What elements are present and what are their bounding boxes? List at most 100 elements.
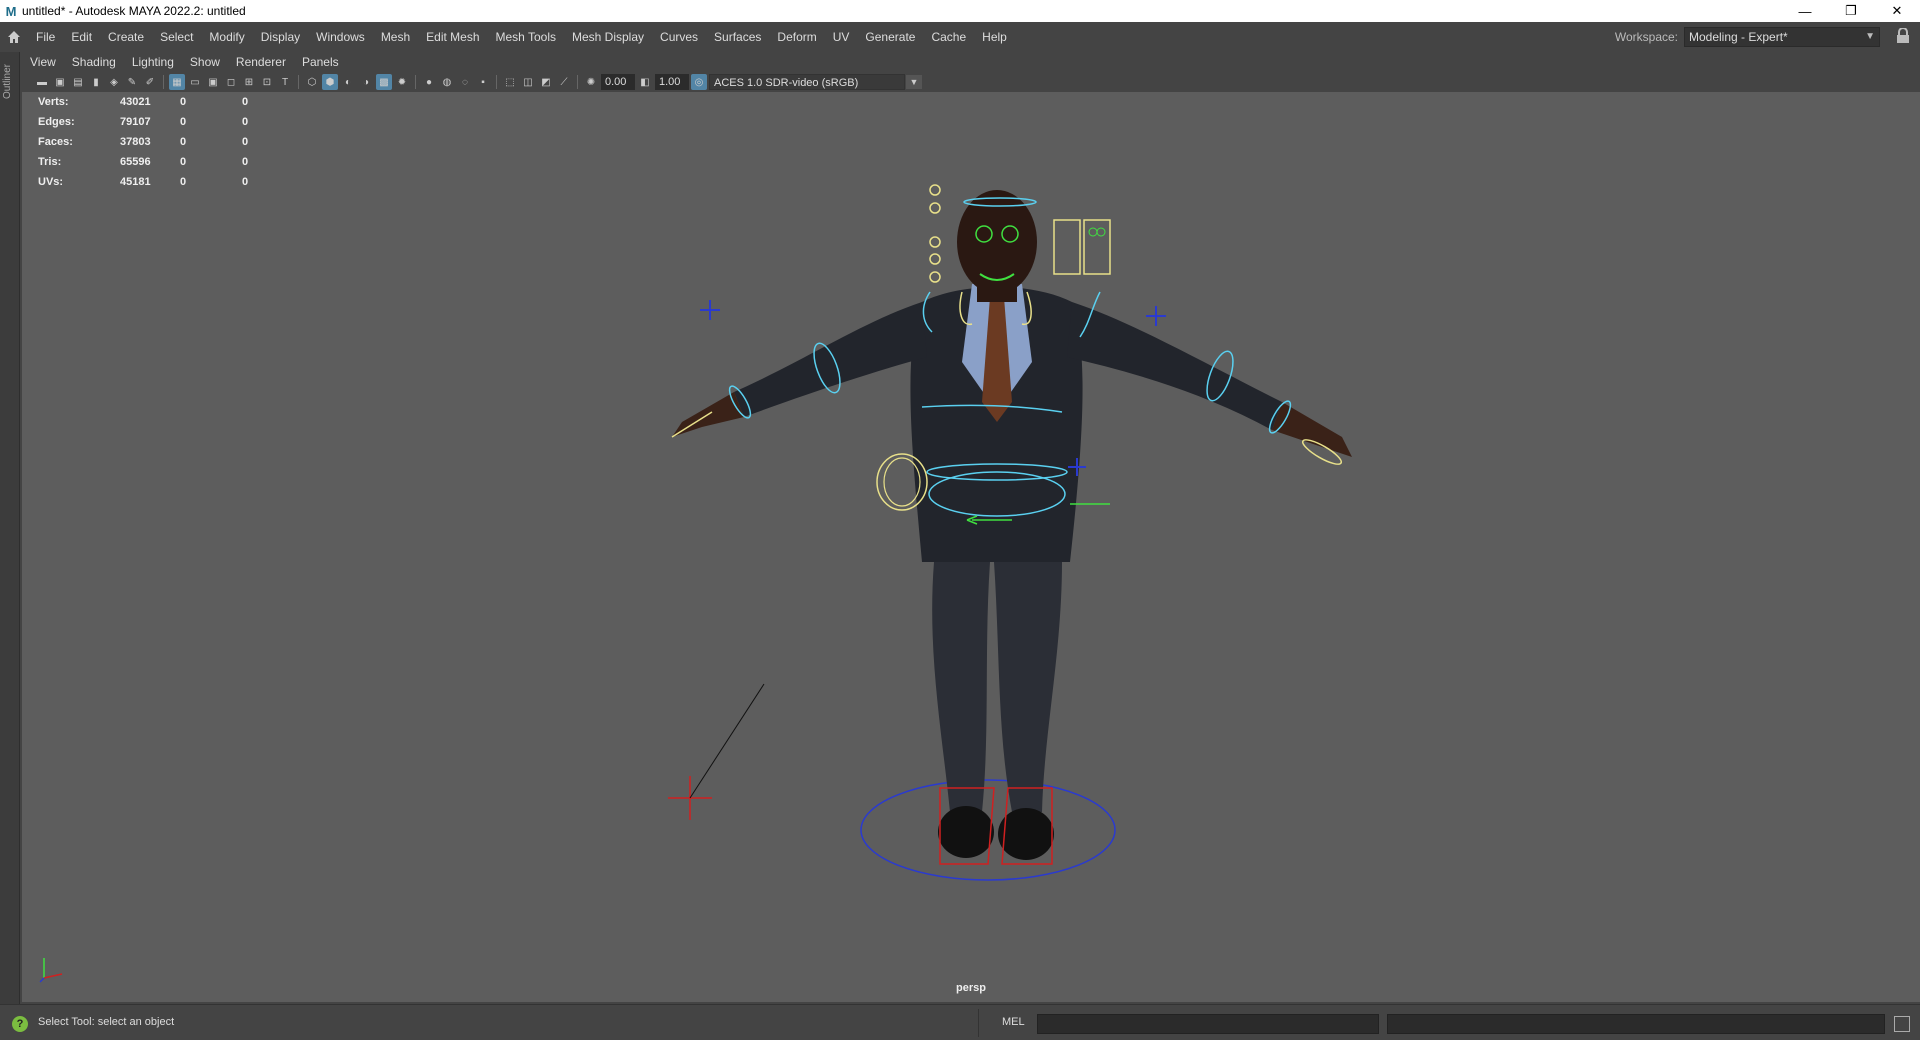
panel-menu-lighting[interactable]: Lighting	[124, 55, 182, 69]
fk-ctrl-circle-5	[929, 271, 941, 283]
menu-help[interactable]: Help	[974, 22, 1015, 52]
use-all-lights-icon[interactable]: ▩	[376, 74, 392, 90]
select-camera-icon[interactable]: ▬	[34, 74, 50, 90]
menu-mesh-display[interactable]: Mesh Display	[564, 22, 652, 52]
motion-blur-icon[interactable]: ◍	[439, 74, 455, 90]
xray-joints-icon[interactable]: ⟋	[556, 74, 572, 90]
menu-mesh-tools[interactable]: Mesh Tools	[488, 22, 564, 52]
color-management-icon[interactable]: ◎	[691, 74, 707, 90]
hud-label: Verts:	[38, 96, 69, 108]
menu-windows[interactable]: Windows	[308, 22, 373, 52]
shadows-icon[interactable]: ✹	[394, 74, 410, 90]
workspace-dropdown[interactable]: Modeling - Expert* ▼	[1684, 27, 1880, 47]
screen-space-ao-icon[interactable]: ●	[421, 74, 437, 90]
minimize-button[interactable]: —	[1782, 0, 1828, 22]
lock-icon[interactable]	[1896, 27, 1910, 44]
wireframe-on-shaded-icon[interactable]: ◐	[340, 74, 356, 90]
right-sleeve	[1067, 302, 1282, 430]
exposure-field[interactable]: 0.00	[601, 74, 635, 90]
bookmark-icon[interactable]: ▤	[70, 74, 86, 90]
left-elbow-pole-control	[700, 300, 720, 320]
anti-aliasing-icon[interactable]: ◌	[457, 74, 473, 90]
hud-row: Faces: 37803 0 0	[38, 132, 282, 152]
toolbar-divider	[496, 75, 497, 89]
2d-pan-zoom-icon[interactable]: ◈	[106, 74, 122, 90]
menu-uv[interactable]: UV	[825, 22, 858, 52]
workspace-value: Modeling - Expert*	[1689, 30, 1788, 44]
hud-value: 45181	[120, 176, 151, 188]
panel-menu-renderer[interactable]: Renderer	[228, 55, 294, 69]
status-divider	[978, 1009, 979, 1037]
grid-icon[interactable]: ▦	[169, 74, 185, 90]
close-button[interactable]: ✕	[1874, 0, 1920, 22]
cog-control-inner	[883, 457, 921, 507]
film-gate-icon[interactable]: ▭	[187, 74, 203, 90]
persp-viewport[interactable]: Verts: 43021 0 0 Edges: 79107 0 0 Faces:…	[22, 92, 1920, 1002]
window-controls: — ❐ ✕	[1782, 0, 1920, 22]
outliner-label: Outliner	[2, 64, 13, 100]
panel-menu-show[interactable]: Show	[182, 55, 228, 69]
smooth-shade-icon[interactable]: ⬢	[322, 74, 338, 90]
safe-title-icon[interactable]: T	[277, 74, 293, 90]
home-icon[interactable]	[0, 22, 28, 52]
chevron-down-icon[interactable]: ▼	[906, 75, 922, 89]
menu-edit[interactable]: Edit	[63, 22, 100, 52]
command-line-input[interactable]	[1037, 1014, 1379, 1034]
help-icon: ?	[12, 1016, 28, 1032]
character-neck	[977, 282, 1017, 302]
panel-menu-view[interactable]: View	[22, 55, 64, 69]
hud-value: 0	[180, 116, 187, 128]
maya-app: M untitled* - Autodesk MAYA 2022.2: unti…	[0, 0, 1920, 1040]
panel-menu-shading[interactable]: Shading	[64, 55, 124, 69]
gamma-icon[interactable]: ◧	[637, 74, 653, 90]
poly-count-hud: Verts: 43021 0 0 Edges: 79107 0 0 Faces:…	[38, 92, 282, 192]
brush-icon[interactable]: ✐	[142, 74, 158, 90]
fk-ctrl-circle-4	[929, 253, 941, 265]
outliner-tab[interactable]: Outliner	[0, 52, 20, 1004]
menu-edit-mesh[interactable]: Edit Mesh	[418, 22, 487, 52]
help-line-command-bar: ? Select Tool: select an object MEL	[0, 1004, 1920, 1040]
view-transform-dropdown[interactable]: ACES 1.0 SDR-video (sRGB) ▼	[709, 74, 922, 90]
menu-file[interactable]: File	[28, 22, 63, 52]
fk-ctrl-circle-2	[929, 202, 941, 214]
menu-modify[interactable]: Modify	[201, 22, 252, 52]
face-gui-panel-2	[1083, 219, 1111, 275]
menu-deform[interactable]: Deform	[769, 22, 824, 52]
xray-active-icon[interactable]: ◩	[538, 74, 554, 90]
depth-of-field-icon[interactable]: ▪	[475, 74, 491, 90]
gate-mask-icon[interactable]: ◻	[223, 74, 239, 90]
menu-cache[interactable]: Cache	[923, 22, 974, 52]
image-plane-icon[interactable]: ▮	[88, 74, 104, 90]
wireframe-icon[interactable]: ⬡	[304, 74, 320, 90]
menu-mesh[interactable]: Mesh	[373, 22, 418, 52]
camera-attributes-icon[interactable]: ▣	[52, 74, 68, 90]
menu-display[interactable]: Display	[253, 22, 308, 52]
menu-select[interactable]: Select	[152, 22, 201, 52]
field-chart-icon[interactable]: ⊞	[241, 74, 257, 90]
resolution-gate-icon[interactable]: ▣	[205, 74, 221, 90]
safe-action-icon[interactable]: ⊡	[259, 74, 275, 90]
panel-menu-panels[interactable]: Panels	[294, 55, 347, 69]
isolate-select-icon[interactable]: ⬚	[502, 74, 518, 90]
gamma-field[interactable]: 1.00	[655, 74, 689, 90]
grease-pencil-icon[interactable]: ✎	[124, 74, 140, 90]
menu-create[interactable]: Create	[100, 22, 152, 52]
title-bar: M untitled* - Autodesk MAYA 2022.2: unti…	[0, 0, 1920, 22]
right-trouser-leg	[994, 562, 1062, 812]
maximize-button[interactable]: ❐	[1828, 0, 1874, 22]
fk-ctrl-circle-3	[929, 236, 941, 248]
right-elbow-pole-control	[1146, 306, 1166, 326]
scene-canvas[interactable]	[22, 92, 1920, 1002]
textured-icon[interactable]: ◑	[358, 74, 374, 90]
xray-icon[interactable]: ◫	[520, 74, 536, 90]
menu-generate[interactable]: Generate	[857, 22, 923, 52]
command-language-toggle[interactable]: MEL	[1002, 1016, 1025, 1028]
hud-value: 0	[242, 96, 249, 108]
hud-value: 0	[242, 116, 249, 128]
menu-surfaces[interactable]: Surfaces	[706, 22, 769, 52]
script-editor-icon[interactable]	[1894, 1016, 1910, 1032]
hud-value: 0	[242, 156, 249, 168]
hud-label: Faces:	[38, 136, 73, 148]
exposure-icon[interactable]: ✺	[583, 74, 599, 90]
menu-curves[interactable]: Curves	[652, 22, 706, 52]
